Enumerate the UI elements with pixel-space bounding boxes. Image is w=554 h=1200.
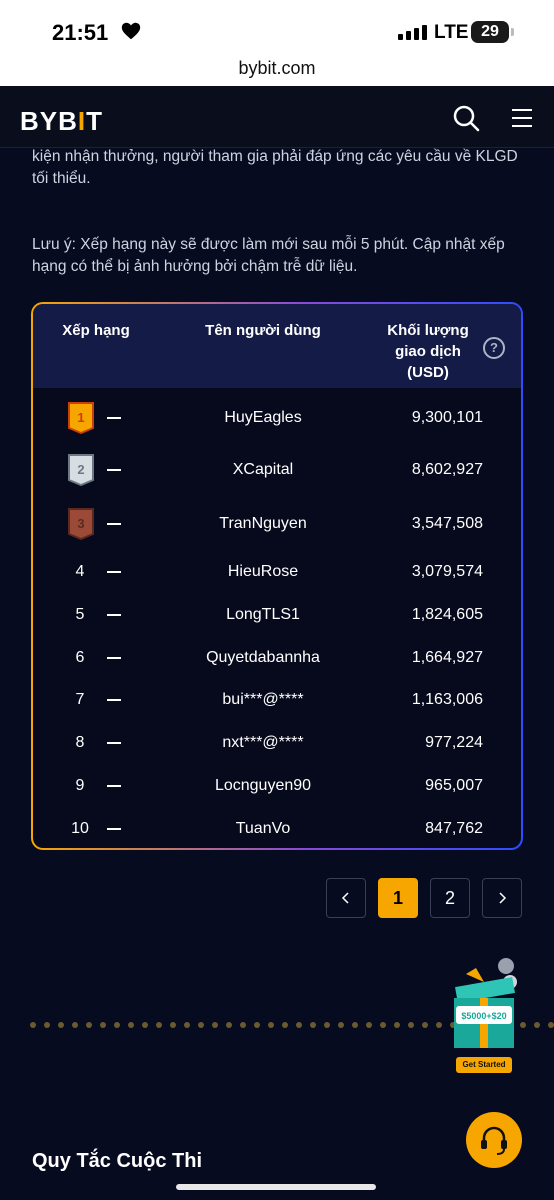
status-time: 21:51	[52, 20, 109, 45]
header-rank: Xếp hạng	[62, 322, 130, 339]
logo-text-end: T	[86, 106, 104, 136]
row-username: nxt***@****	[222, 734, 304, 751]
row-rank: 6	[75, 649, 85, 666]
row-rank: 5	[75, 606, 85, 623]
logo-text: BYB	[20, 106, 78, 136]
intro-text: kiện nhận thưởng, người tham gia phải đá…	[32, 148, 518, 187]
gift-box-icon[interactable]: $5000+$20	[446, 952, 526, 1072]
row-username: HieuRose	[227, 563, 299, 580]
bybit-logo[interactable]: BYBIT	[20, 106, 103, 137]
search-icon[interactable]	[452, 104, 480, 132]
table-row: 6 Quyetdabannha 1,664,927	[33, 638, 521, 678]
header-username: Tên người dùng	[205, 322, 321, 339]
heart-icon	[121, 22, 141, 40]
row-rank: 10	[71, 820, 89, 837]
support-button[interactable]	[466, 1112, 522, 1168]
page-button-1[interactable]: 1	[378, 878, 418, 918]
row-volume: 8,602,927	[411, 461, 483, 478]
table-row: 7 bui***@**** 1,163,006	[33, 680, 521, 720]
table-row: 5 LongTLS1 1,824,605	[33, 595, 521, 635]
row-rank: 7	[75, 691, 85, 708]
prev-page-button[interactable]	[326, 878, 366, 918]
row-username: HuyEagles	[224, 409, 302, 426]
row-username: TuanVo	[235, 820, 291, 837]
promo-amount: $5000+$20	[461, 1011, 506, 1021]
battery-tip	[511, 28, 514, 36]
rank-change-dash	[107, 523, 121, 525]
row-username: Locnguyen90	[214, 777, 312, 794]
row-username: Quyetdabannha	[206, 649, 320, 666]
silver-medal-icon: 2	[68, 454, 94, 486]
row-volume: 1,824,605	[411, 606, 483, 623]
rank-change-dash	[107, 657, 121, 659]
home-indicator[interactable]	[176, 1184, 376, 1190]
row-volume: 977,224	[425, 734, 483, 751]
rules-heading: Quy Tắc Cuộc Thi	[32, 1150, 203, 1172]
row-volume: 847,762	[425, 820, 483, 837]
status-bar: 21:51 LTE 29 bybit.com	[0, 0, 554, 86]
table-row: 9 Locnguyen90 965,007	[33, 766, 521, 806]
headset-icon	[481, 1126, 507, 1155]
address-bar-url[interactable]: bybit.com	[0, 58, 554, 79]
rank-change-dash	[107, 469, 121, 471]
next-page-button[interactable]	[482, 878, 522, 918]
row-rank: 3	[77, 516, 84, 531]
row-volume: 3,547,508	[411, 515, 483, 532]
network-label: LTE	[434, 22, 469, 43]
row-volume: 9,300,101	[411, 409, 483, 426]
chevron-right-icon	[499, 892, 507, 904]
rank-change-dash	[107, 571, 121, 573]
table-row: 1 HuyEagles 9,300,101	[33, 398, 521, 438]
get-started-button[interactable]: Get Started	[456, 1057, 512, 1073]
leaderboard-table: Xếp hạng Tên người dùng Khối lượng giao …	[31, 302, 523, 850]
battery-icon: 29	[471, 21, 509, 43]
row-rank: 4	[75, 563, 85, 580]
row-rank: 8	[75, 734, 85, 751]
row-username: bui***@****	[222, 691, 304, 708]
table-row: 4 HieuRose 3,079,574	[33, 552, 521, 592]
header-volume-line2: giao dịch	[395, 343, 461, 360]
row-volume: 965,007	[425, 777, 483, 794]
row-volume: 3,079,574	[411, 563, 483, 580]
chevron-left-icon	[341, 892, 349, 904]
signal-icon	[398, 25, 427, 40]
rank-change-dash	[107, 742, 121, 744]
header-volume-line3: (USD)	[407, 364, 449, 381]
header-volume: Khối lượng giao dịch (USD)	[373, 320, 483, 383]
table-row: 2 XCapital 8,602,927	[33, 450, 521, 490]
menu-icon[interactable]	[510, 106, 534, 130]
header-volume-line1: Khối lượng	[387, 322, 469, 339]
rank-change-dash	[107, 614, 121, 616]
page-button-2[interactable]: 2	[430, 878, 470, 918]
rank-change-dash	[107, 785, 121, 787]
row-rank: 2	[77, 462, 84, 477]
rank-change-dash	[107, 699, 121, 701]
bronze-medal-icon: 3	[68, 508, 94, 540]
row-username: XCapital	[232, 461, 294, 478]
table-row: 8 nxt***@**** 977,224	[33, 723, 521, 763]
gold-medal-icon: 1	[68, 402, 94, 434]
row-username: LongTLS1	[226, 606, 300, 623]
row-volume: 1,163,006	[411, 691, 483, 708]
table-header: Xếp hạng Tên người dùng Khối lượng giao …	[33, 304, 521, 388]
row-rank: 1	[77, 410, 84, 425]
help-icon[interactable]: ?	[483, 337, 505, 359]
rank-change-dash	[107, 828, 121, 830]
table-row: 10 TuanVo 847,762	[33, 809, 521, 848]
row-rank: 9	[75, 777, 85, 794]
top-navbar: BYBIT	[0, 86, 554, 148]
row-volume: 1,664,927	[411, 649, 483, 666]
table-row: 3 TranNguyen 3,547,508	[33, 504, 521, 544]
rank-change-dash	[107, 417, 121, 419]
row-username: TranNguyen	[219, 515, 307, 532]
logo-accent: I	[77, 106, 87, 136]
refresh-note: Lưu ý: Xếp hạng này sẽ được làm mới sau …	[32, 236, 505, 275]
